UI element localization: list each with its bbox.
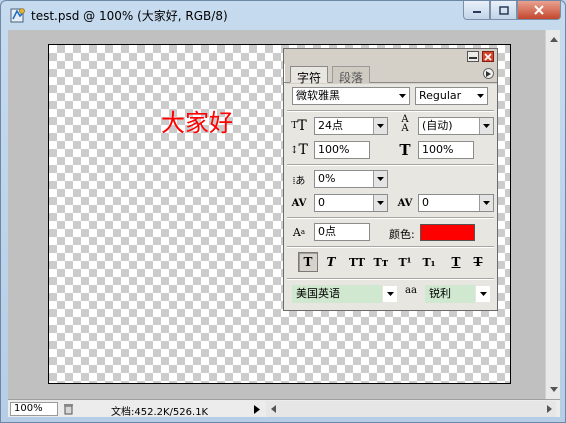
antialias-select[interactable]: 锐利 (425, 285, 475, 303)
window-controls (463, 1, 561, 20)
type-style-buttons: T T TT Tт T¹ T₁ T T (298, 252, 488, 272)
baseline-shift-icon: Aa (292, 225, 306, 239)
status-menu-arrow-icon[interactable] (251, 402, 263, 416)
font-family-value: 微软雅黑 (296, 89, 340, 102)
kerning-field[interactable]: 0 (314, 194, 388, 212)
character-palette: 字符 段落 微软雅黑 Regular TT 24点 AA (自动) ↕ T 10… (283, 48, 498, 311)
subscript-icon[interactable]: T₁ (419, 252, 439, 272)
chevron-down-icon[interactable] (395, 88, 409, 104)
tsume-icon: ⁞あ (292, 175, 306, 187)
baseline-shift-value: 0点 (318, 225, 336, 238)
divider (287, 110, 494, 112)
chevron-down-icon[interactable] (383, 286, 397, 302)
minimize-icon (472, 11, 481, 13)
status-bar: 100% 文档:452.2K/526.1K (8, 399, 560, 418)
close-button[interactable] (517, 1, 561, 20)
vertical-scale-icon: ↕ T (290, 142, 308, 158)
divider (287, 164, 494, 166)
chevron-down-icon[interactable] (373, 171, 387, 187)
minimize-button[interactable] (463, 1, 490, 20)
tracking-icon: AV (397, 197, 413, 209)
baseline-shift-field[interactable]: 0点 (314, 223, 370, 241)
language-value: 美国英语 (296, 287, 340, 300)
leading-field[interactable]: (自动) (418, 117, 494, 135)
canvas-text-layer[interactable]: 大家好 (161, 103, 233, 138)
minimize-icon (469, 56, 477, 59)
font-style-value: Regular (419, 89, 462, 102)
antialias-icon: aa (405, 285, 417, 296)
small-caps-icon[interactable]: Tт (371, 252, 391, 272)
palette-menu-icon[interactable] (483, 68, 494, 79)
text-color-swatch[interactable] (420, 224, 475, 241)
scroll-left-arrow-icon[interactable] (266, 401, 280, 417)
tracking-field[interactable]: 0 (418, 194, 494, 212)
faux-italic-icon[interactable]: T (321, 252, 341, 272)
divider (287, 217, 494, 219)
font-family-select[interactable]: 微软雅黑 (292, 87, 410, 105)
tab-character[interactable]: 字符 (290, 66, 329, 85)
superscript-icon[interactable]: T¹ (395, 252, 415, 272)
chevron-down-icon[interactable] (476, 286, 490, 302)
tracking-value: 0 (422, 196, 429, 209)
photoshop-document-window: test.psd @ 100% (大家好, RGB/8) 大家好 100% 文档… (0, 0, 566, 423)
underline-icon[interactable]: T (446, 252, 466, 272)
palette-header[interactable] (284, 49, 497, 64)
horizontal-scale-icon: T (399, 141, 411, 159)
chevron-down-icon[interactable] (373, 195, 387, 211)
close-icon (534, 5, 544, 15)
tsume-field[interactable]: 0% (314, 170, 388, 188)
antialias-value: 锐利 (429, 287, 451, 300)
strikethrough-icon[interactable]: T (468, 252, 488, 272)
maximize-button[interactable] (490, 1, 517, 20)
trash-icon[interactable] (61, 402, 75, 416)
scroll-right-arrow-icon[interactable] (542, 401, 556, 417)
horizontal-scale-value: 100% (422, 143, 454, 156)
chevron-down-icon[interactable] (479, 195, 493, 211)
vertical-scale-value: 100% (318, 143, 350, 156)
palette-close-button[interactable] (482, 51, 494, 62)
palette-body: 微软雅黑 Regular TT 24点 AA (自动) ↕ T 100% T 1… (284, 84, 497, 310)
palette-minimize-button[interactable] (467, 51, 479, 62)
chevron-down-icon[interactable] (473, 88, 487, 104)
scroll-down-arrow-icon[interactable] (546, 382, 561, 397)
chevron-down-icon[interactable] (373, 118, 387, 134)
document-size-info: 文档:452.2K/526.1K (111, 407, 209, 418)
font-size-value: 24点 (318, 119, 343, 132)
vertical-scrollbar[interactable] (545, 30, 560, 399)
color-label: 颜色: (389, 228, 415, 241)
horizontal-scrollbar[interactable] (266, 401, 556, 417)
palette-tabs: 字符 段落 (284, 65, 497, 85)
tab-paragraph[interactable]: 段落 (332, 66, 371, 85)
font-size-icon: TT (291, 118, 307, 134)
maximize-icon (498, 5, 509, 15)
kerning-value: 0 (318, 196, 325, 209)
horizontal-scale-field[interactable]: 100% (418, 141, 474, 159)
language-select[interactable]: 美国英语 (292, 285, 382, 303)
leading-value: (自动) (422, 119, 453, 132)
divider (287, 278, 494, 280)
zoom-level-field[interactable]: 100% (10, 402, 58, 416)
close-icon (484, 52, 492, 61)
scroll-up-arrow-icon[interactable] (546, 32, 561, 47)
photoshop-document-icon (9, 6, 27, 24)
title-bar[interactable]: test.psd @ 100% (大家好, RGB/8) (1, 1, 565, 29)
vertical-scale-field[interactable]: 100% (314, 141, 370, 159)
faux-bold-icon[interactable]: T (298, 252, 318, 272)
all-caps-icon[interactable]: TT (347, 252, 367, 272)
font-size-field[interactable]: 24点 (314, 117, 388, 135)
kerning-icon: AV (291, 197, 307, 209)
font-style-select[interactable]: Regular (415, 87, 488, 105)
leading-icon: AA (401, 114, 409, 134)
window-title: test.psd @ 100% (大家好, RGB/8) (31, 9, 228, 23)
tsume-value: 0% (318, 172, 336, 185)
divider (287, 246, 494, 248)
chevron-down-icon[interactable] (479, 118, 493, 134)
